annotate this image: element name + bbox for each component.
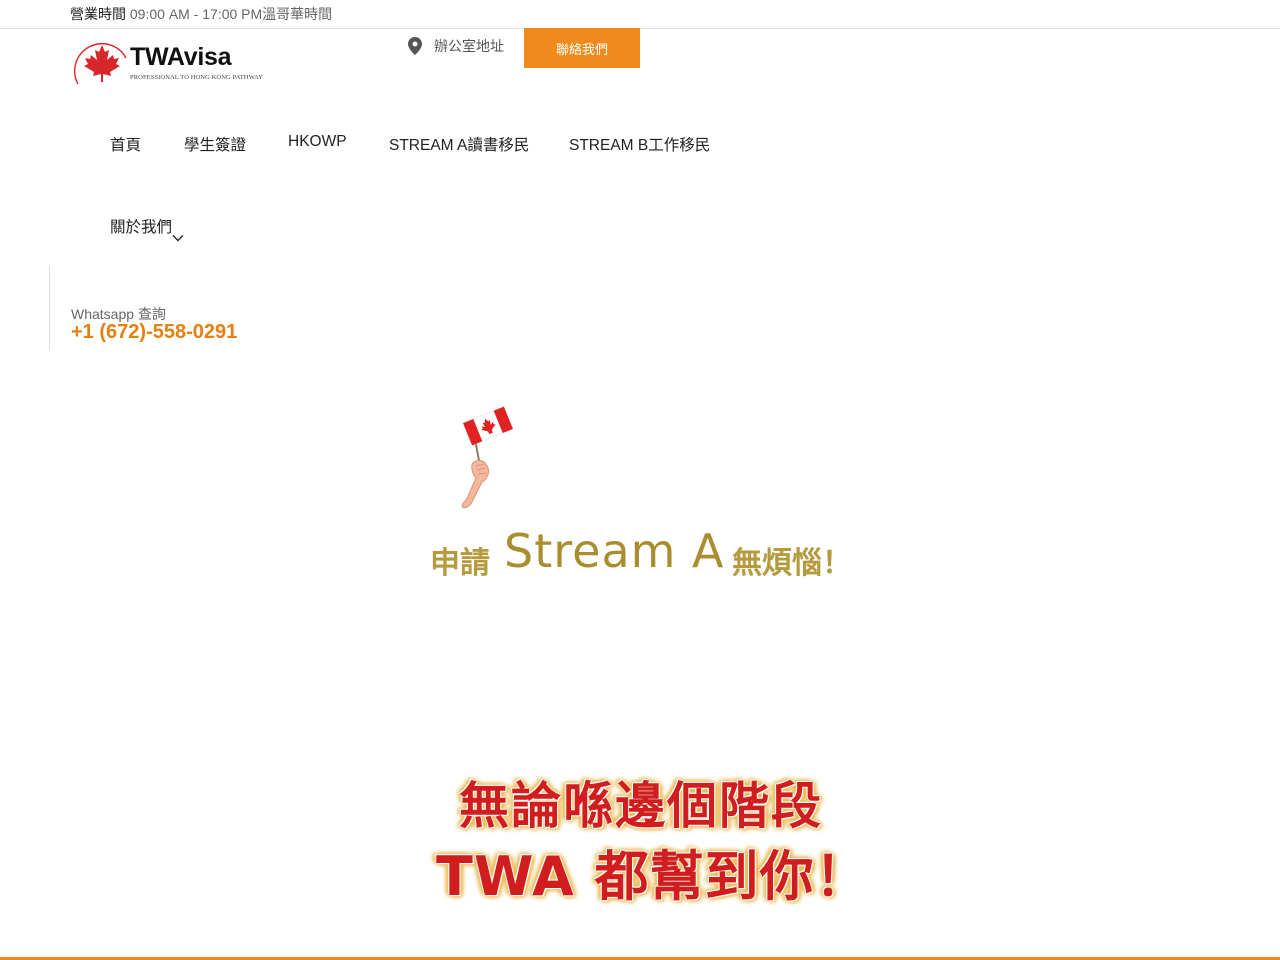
business-hours-label: 營業時間 (70, 6, 126, 22)
chevron-down-icon[interactable] (172, 234, 184, 242)
whatsapp-contact: Whatsapp 查詢 +1 (672)-558-0291 (49, 266, 237, 350)
location-pin-icon (408, 37, 422, 55)
promo-banner: 無論喺邊個階段 TWA 都幫到你！ (436, 760, 869, 908)
hero-title-suffix: 無煩惱！ (732, 546, 852, 581)
hero-title: 申請 Stream A 無煩惱！ (430, 524, 860, 584)
whatsapp-phone-link[interactable]: +1 (672)-558-0291 (71, 321, 237, 344)
office-address-label: 辦公室地址 (434, 38, 504, 54)
nav-item-home[interactable]: 首頁 (110, 133, 141, 155)
logo-brand: TWAvisa (130, 43, 232, 71)
site-logo[interactable]: TWAvisa PROFESSIONAL TO HONG KONG PATHWA… (74, 38, 264, 88)
business-hours: 營業時間 09:00 AM - 17:00 PM溫哥華時間 (70, 4, 332, 24)
logo-tagline: PROFESSIONAL TO HONG KONG PATHWAY (130, 74, 264, 81)
office-address-link[interactable]: 辦公室地址 (408, 35, 504, 57)
nav-item-about-us[interactable]: 關於我們 (110, 215, 172, 237)
nav-item-hkowp[interactable]: HKOWP (288, 133, 347, 151)
nav-item-stream-b[interactable]: STREAM B工作移民 (569, 133, 710, 155)
nav-item-student-visa[interactable]: 學生簽證 (184, 133, 246, 155)
hero-title-highlight: Stream A (504, 524, 725, 578)
hand-holding-canada-flag-illustration (461, 406, 514, 509)
business-hours-value: 09:00 AM - 17:00 PM溫哥華時間 (126, 6, 333, 22)
promo-line-2: TWA 都幫到你！ (436, 845, 870, 908)
maple-leaf-icon (74, 43, 127, 85)
contact-us-button[interactable]: 聯絡我們 (524, 28, 640, 68)
nav-item-stream-a[interactable]: STREAM A讀書移民 (389, 133, 529, 155)
hero-title-prefix: 申請 (430, 546, 490, 581)
top-bar: 營業時間 09:00 AM - 17:00 PM溫哥華時間 (0, 0, 1280, 29)
promo-line-1: 無論喺邊個階段 (459, 777, 823, 835)
